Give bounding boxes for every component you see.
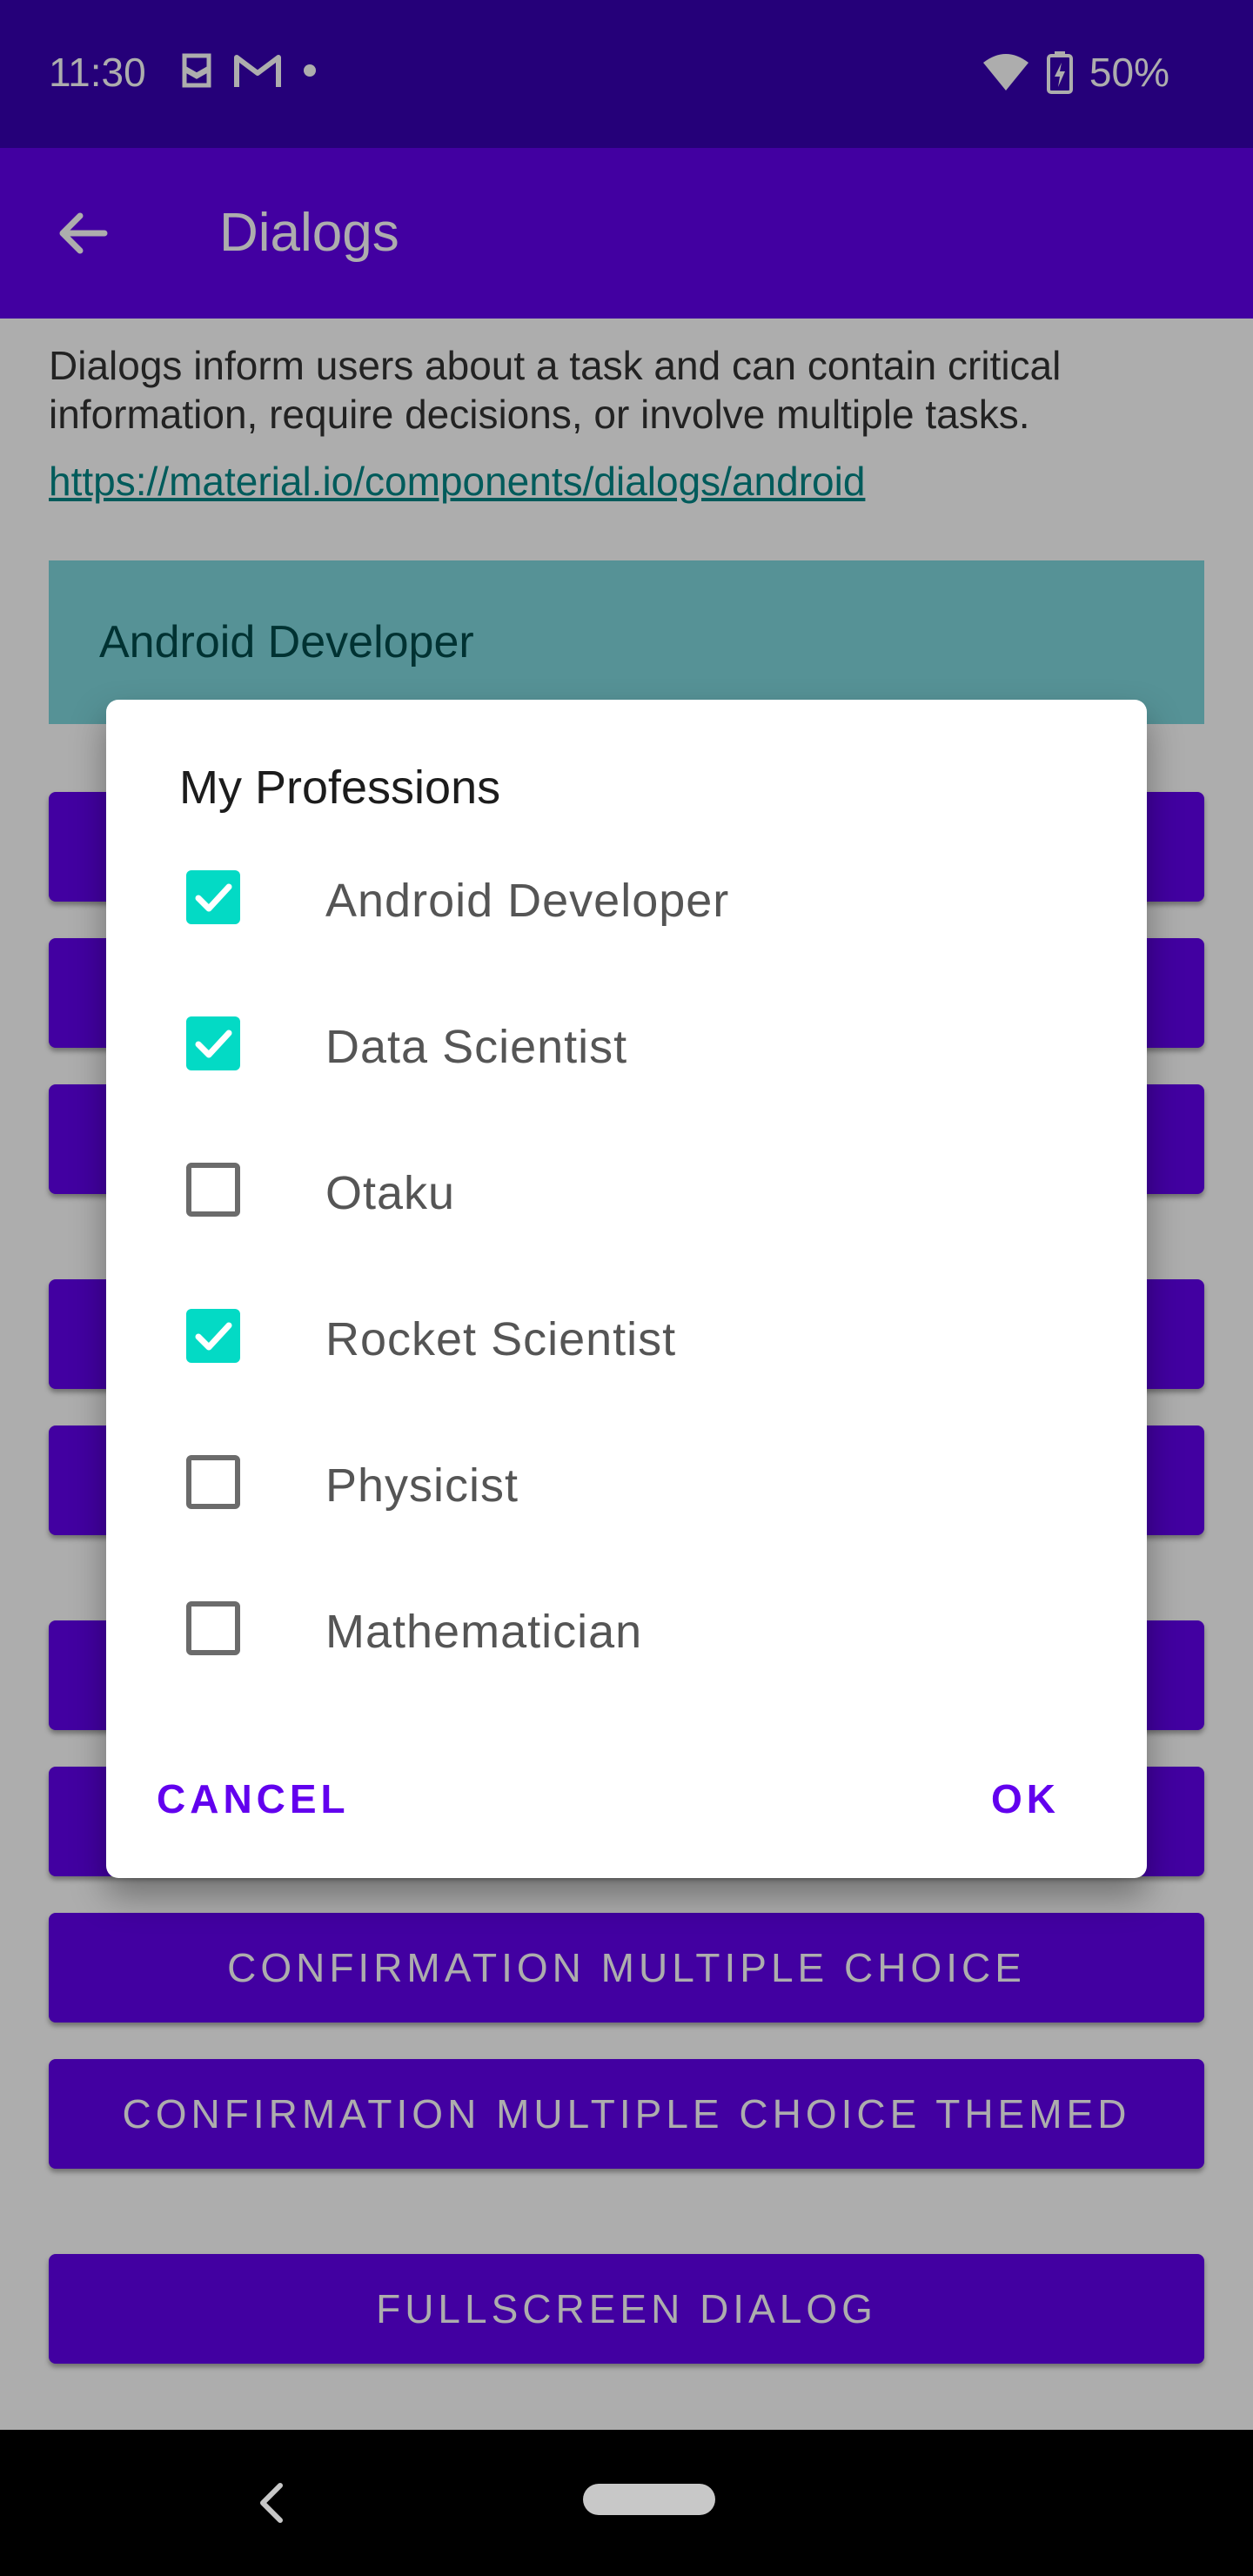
checkmark-icon	[195, 883, 232, 912]
option-label: Otaku	[325, 1167, 456, 1219]
checkmark-icon	[195, 1322, 232, 1351]
checkmark-icon	[195, 1030, 232, 1058]
option-otaku[interactable]: Otaku	[106, 1138, 1147, 1285]
option-label: Android Developer	[325, 875, 730, 927]
option-rocket-scientist[interactable]: Rocket Scientist	[106, 1285, 1147, 1431]
option-physicist[interactable]: Physicist	[106, 1431, 1147, 1577]
option-label: Data Scientist	[325, 1021, 628, 1073]
dialog-title: My Professions	[179, 761, 501, 814]
unchecked-checkbox[interactable]	[186, 1601, 240, 1655]
option-label: Mathematician	[325, 1606, 643, 1658]
ok-button[interactable]: OK	[991, 1775, 1060, 1822]
status-bar-scrim	[0, 0, 1253, 148]
nav-back-icon[interactable]	[254, 2479, 289, 2527]
option-label: Physicist	[325, 1459, 519, 1512]
checked-checkbox[interactable]	[186, 1016, 240, 1070]
option-mathematician[interactable]: Mathematician	[106, 1577, 1147, 1723]
navigation-bar	[0, 2430, 1253, 2576]
checked-checkbox[interactable]	[186, 870, 240, 924]
checked-checkbox[interactable]	[186, 1309, 240, 1363]
cancel-button[interactable]: CANCEL	[157, 1775, 350, 1822]
option-android-developer[interactable]: Android Developer	[106, 846, 1147, 992]
nav-home-pill[interactable]	[583, 2484, 715, 2515]
professions-dialog: My Professions Android Developer Data Sc…	[106, 700, 1147, 1878]
unchecked-checkbox[interactable]	[186, 1163, 240, 1217]
option-data-scientist[interactable]: Data Scientist	[106, 992, 1147, 1138]
unchecked-checkbox[interactable]	[186, 1455, 240, 1509]
option-label: Rocket Scientist	[325, 1313, 677, 1365]
